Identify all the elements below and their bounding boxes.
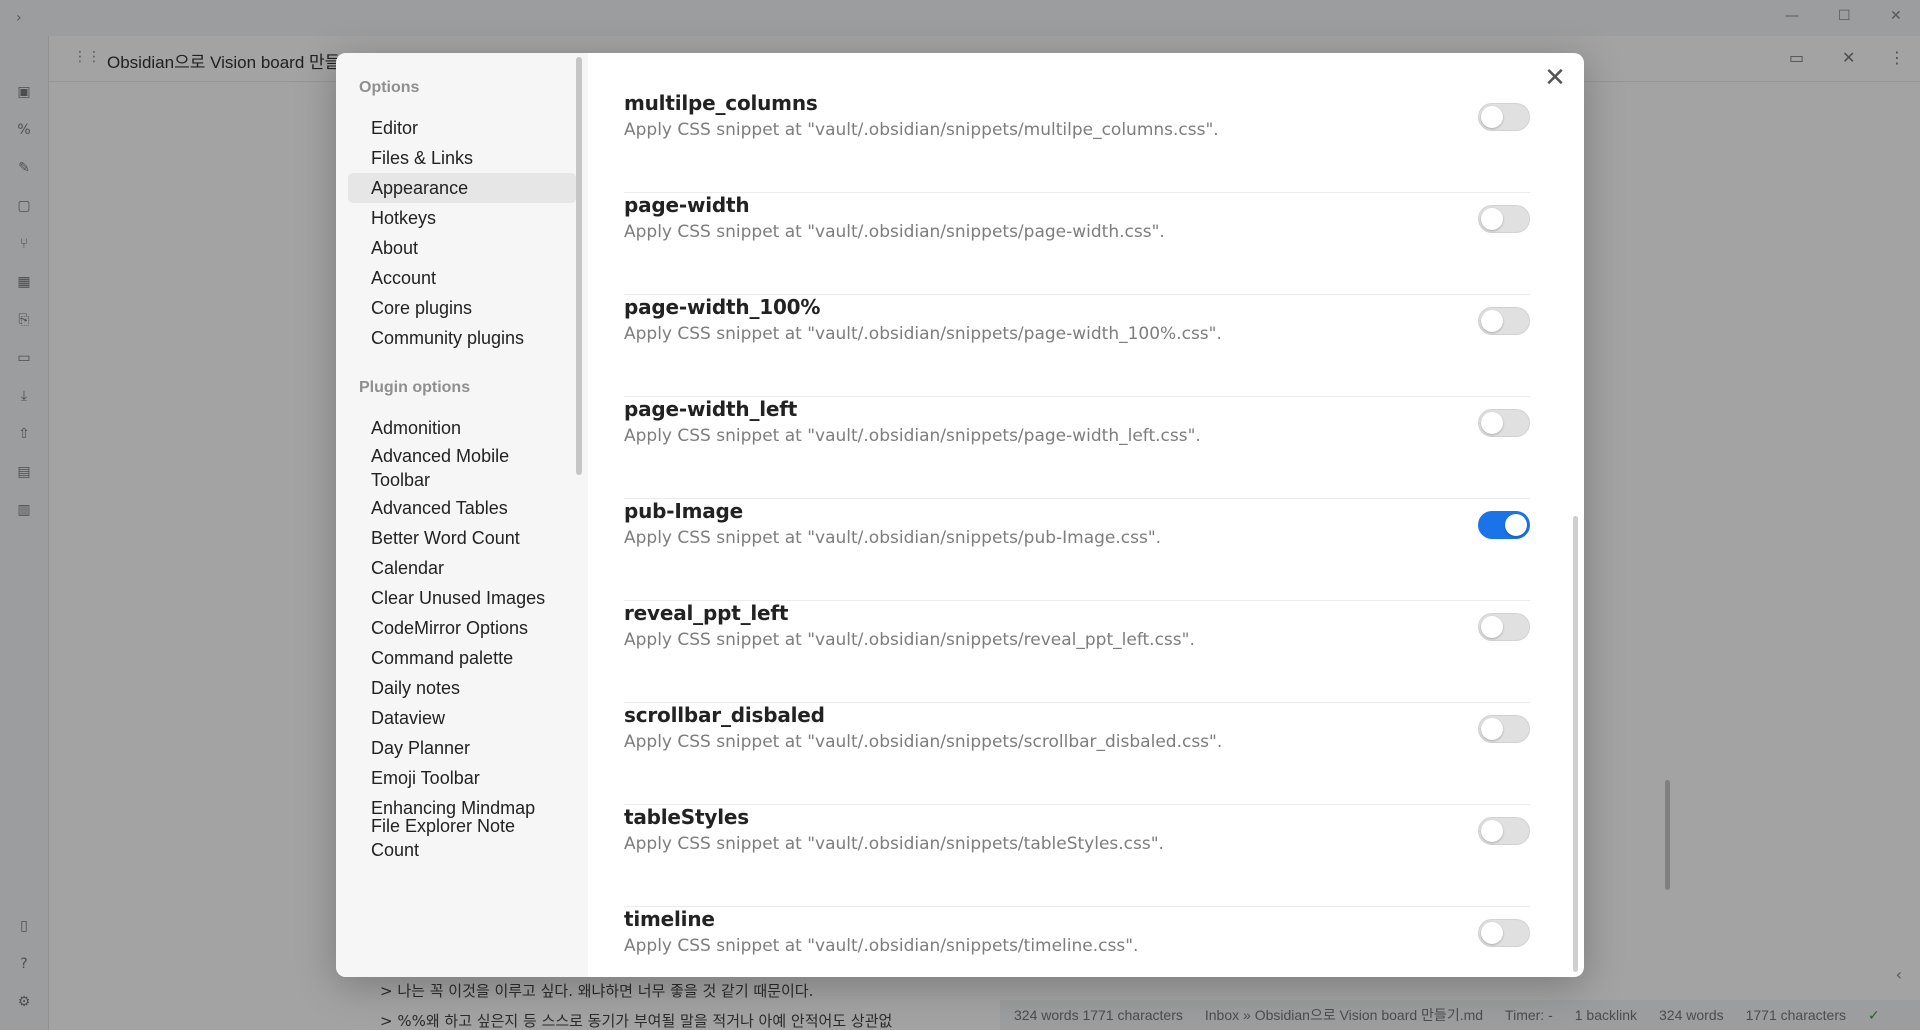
toggle-knob: [1481, 820, 1503, 842]
sidebar-item-codemirror-options[interactable]: CodeMirror Options: [348, 613, 576, 643]
snippet-description: Apply CSS snippet at "vault/.obsidian/sn…: [624, 732, 1223, 752]
toggle-knob: [1505, 514, 1527, 536]
toggle-knob: [1481, 922, 1503, 944]
snippet-row-page-width-100-: page-width_100% Apply CSS snippet at "vau…: [624, 295, 1530, 397]
sidebar-item-emoji-toolbar[interactable]: Emoji Toolbar: [348, 763, 576, 793]
sidebar-item-appearance[interactable]: Appearance: [348, 173, 576, 203]
sidebar-item-files-links[interactable]: Files & Links: [348, 143, 576, 173]
toggle-knob: [1481, 718, 1503, 740]
snippet-toggle[interactable]: [1478, 205, 1530, 233]
snippet-row-timeline: timeline Apply CSS snippet at "vault/.obs…: [624, 907, 1530, 977]
snippet-toggle[interactable]: [1478, 307, 1530, 335]
sidebar-item-calendar[interactable]: Calendar: [348, 553, 576, 583]
snippet-description: Apply CSS snippet at "vault/.obsidian/sn…: [624, 834, 1164, 854]
sidebar-item-core-plugins[interactable]: Core plugins: [348, 293, 576, 323]
snippet-row-scrollbar-disbaled: scrollbar_disbaled Apply CSS snippet at "…: [624, 703, 1530, 805]
snippet-name: timeline: [624, 907, 715, 931]
settings-modal: Options Editor Files & Links Appearance Hotk…: [336, 53, 1584, 977]
sidebar-item-account[interactable]: Account: [348, 263, 576, 293]
toggle-knob: [1481, 208, 1503, 230]
snippet-row-tablestyles: tableStyles Apply CSS snippet at "vault/.…: [624, 805, 1530, 907]
snippet-name: page-width_left: [624, 397, 798, 421]
sidebar-item-clear-unused-images[interactable]: Clear Unused Images: [348, 583, 576, 613]
sidebar-item-file-explorer-note-count[interactable]: File Explorer Note Count: [348, 816, 576, 860]
snippet-name: reveal_ppt_left: [624, 601, 789, 625]
options-section-title: Options: [359, 79, 420, 96]
content-scrollbar[interactable]: [1573, 516, 1578, 972]
snippet-name: scrollbar_disbaled: [624, 703, 825, 727]
snippet-row-multilpe-columns: multilpe_columns Apply CSS snippet at "va…: [624, 91, 1530, 193]
snippet-toggle[interactable]: [1478, 613, 1530, 641]
sidebar-scrollbar[interactable]: [576, 57, 582, 475]
sidebar-item-day-planner[interactable]: Day Planner: [348, 733, 576, 763]
toggle-knob: [1481, 412, 1503, 434]
sidebar-item-advanced-tables[interactable]: Advanced Tables: [348, 493, 576, 523]
sidebar-item-command-palette[interactable]: Command palette: [348, 643, 576, 673]
snippet-toggle[interactable]: [1478, 715, 1530, 743]
snippet-toggle[interactable]: [1478, 511, 1530, 539]
snippet-row-page-width-left: page-width_left Apply CSS snippet at "vau…: [624, 397, 1530, 499]
snippet-row-pub-image: pub-Image Apply CSS snippet at "vault/.ob…: [624, 499, 1530, 601]
snippet-row-page-width: page-width Apply CSS snippet at "vault/.o…: [624, 193, 1530, 295]
sidebar-item-dataview[interactable]: Dataview: [348, 703, 576, 733]
snippet-name: tableStyles: [624, 805, 749, 829]
sidebar-item-community-plugins[interactable]: Community plugins: [348, 323, 576, 353]
snippet-row-reveal-ppt-left: reveal_ppt_left Apply CSS snippet at "vau…: [624, 601, 1530, 703]
sidebar-item-editor[interactable]: Editor: [348, 113, 576, 143]
settings-sidebar: Options Editor Files & Links Appearance Hotk…: [336, 53, 588, 977]
snippet-toggle[interactable]: [1478, 919, 1530, 947]
close-modal-button[interactable]: ✕: [1540, 63, 1570, 93]
settings-content: multilpe_columns Apply CSS snippet at "va…: [588, 53, 1584, 977]
sidebar-item-advanced-mobile-toolbar[interactable]: Advanced Mobile Toolbar: [348, 443, 548, 493]
snippet-description: Apply CSS snippet at "vault/.obsidian/sn…: [624, 324, 1222, 344]
plugin-options-section-title: Plugin options: [359, 379, 471, 396]
snippet-description: Apply CSS snippet at "vault/.obsidian/sn…: [624, 426, 1201, 446]
snippet-toggle[interactable]: [1478, 409, 1530, 437]
toggle-knob: [1481, 616, 1503, 638]
sidebar-item-daily-notes[interactable]: Daily notes: [348, 673, 576, 703]
sidebar-item-about[interactable]: About: [348, 233, 576, 263]
snippet-name: page-width: [624, 193, 750, 217]
snippet-description: Apply CSS snippet at "vault/.obsidian/sn…: [624, 120, 1219, 140]
snippet-description: Apply CSS snippet at "vault/.obsidian/sn…: [624, 528, 1162, 548]
snippet-name: page-width_100%: [624, 295, 821, 319]
snippet-toggle[interactable]: [1478, 817, 1530, 845]
snippet-name: pub-Image: [624, 499, 744, 523]
toggle-knob: [1481, 310, 1503, 332]
snippet-toggle[interactable]: [1478, 103, 1530, 131]
snippet-description: Apply CSS snippet at "vault/.obsidian/sn…: [624, 936, 1139, 956]
sidebar-item-hotkeys[interactable]: Hotkeys: [348, 203, 576, 233]
snippet-name: multilpe_columns: [624, 91, 818, 115]
snippet-description: Apply CSS snippet at "vault/.obsidian/sn…: [624, 630, 1195, 650]
sidebar-item-admonition[interactable]: Admonition: [348, 413, 576, 443]
sidebar-item-better-word-count[interactable]: Better Word Count: [348, 523, 576, 553]
snippet-description: Apply CSS snippet at "vault/.obsidian/sn…: [624, 222, 1165, 242]
toggle-knob: [1481, 106, 1503, 128]
